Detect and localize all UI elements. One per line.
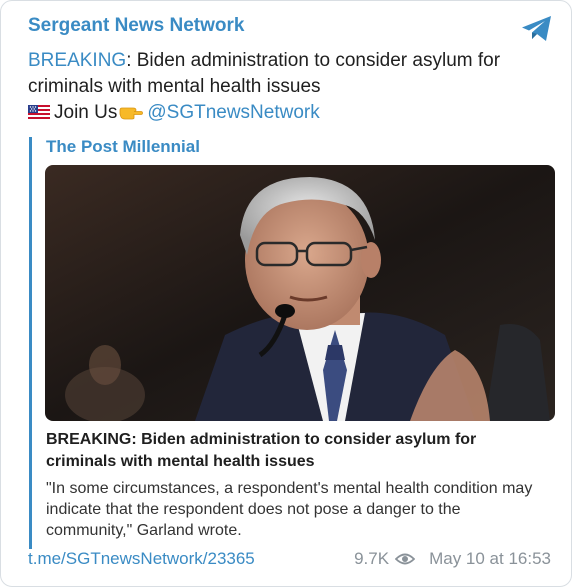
- preview-site-name: The Post Millennial: [46, 137, 200, 156]
- view-count: 9.7K: [354, 549, 390, 568]
- join-text: Join Us: [54, 102, 118, 123]
- channel-mention-link[interactable]: @SGTnewsNetwork: [147, 102, 319, 123]
- channel-name[interactable]: Sergeant News Network: [28, 15, 244, 37]
- post-date: May 10 at 16:53: [429, 549, 551, 568]
- eye-icon: [395, 553, 416, 565]
- telegram-post-card: Sergeant News Network BREAKING: Biden ad…: [0, 0, 572, 587]
- preview-description: "In some circumstances, a respondent's m…: [46, 480, 533, 539]
- post-meta: 9.7K May 10 at 16:53: [354, 549, 551, 569]
- pointing-hand-icon: [119, 107, 144, 120]
- telegram-plane-icon[interactable]: [520, 14, 554, 44]
- preview-title: BREAKING: Biden administration to consid…: [46, 431, 477, 470]
- breaking-keyword: BREAKING: [28, 50, 127, 71]
- preview-image[interactable]: [45, 165, 555, 421]
- link-preview[interactable]: The Post Millennial BREAKING: Biden admi…: [29, 137, 555, 549]
- us-flag-icon: [28, 105, 50, 120]
- post-text: BREAKING: Biden administration to consid…: [28, 48, 548, 126]
- post-link[interactable]: t.me/SGTnewsNetwork/23365: [28, 549, 255, 569]
